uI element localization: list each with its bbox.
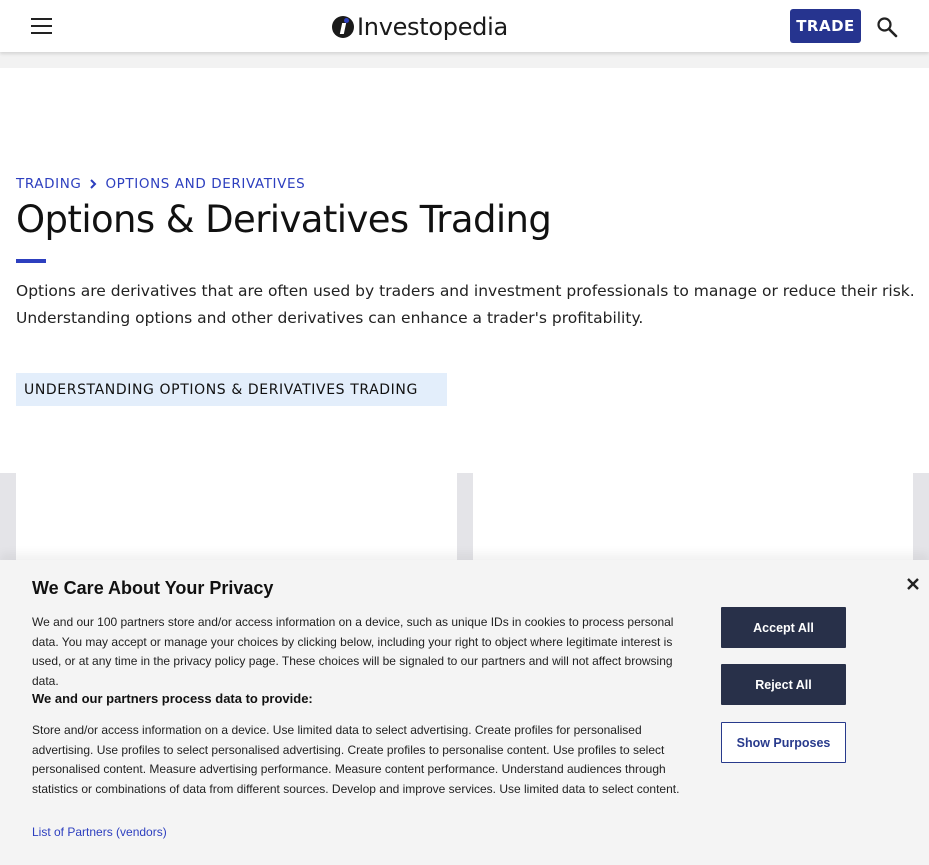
- breadcrumb-trading[interactable]: TRADING: [16, 176, 81, 192]
- privacy-body-text: We and our 100 partners store and/or acc…: [32, 615, 674, 688]
- reject-all-button[interactable]: Reject All: [721, 664, 846, 705]
- article-card-1[interactable]: [16, 473, 457, 573]
- investopedia-logo[interactable]: Investopedia: [332, 10, 508, 44]
- show-purposes-button[interactable]: Show Purposes: [721, 722, 846, 763]
- privacy-subtitle: We and our partners process data to prov…: [32, 691, 313, 706]
- logo-text: Investopedia: [357, 13, 508, 41]
- title-accent-rule: [16, 259, 46, 263]
- privacy-purposes-text: Store and/or access information on a dev…: [32, 723, 680, 796]
- search-icon[interactable]: [876, 16, 898, 38]
- article-card-2[interactable]: [473, 473, 913, 573]
- list-of-partners-link[interactable]: List of Partners (vendors): [32, 825, 167, 839]
- privacy-title: We Care About Your Privacy: [32, 578, 274, 598]
- breadcrumb-options-and-derivatives[interactable]: OPTIONS AND DERIVATIVES: [105, 176, 305, 192]
- breadcrumb: TRADING OPTIONS AND DERIVATIVES: [16, 176, 305, 192]
- hamburger-menu-icon[interactable]: [31, 16, 53, 36]
- intro-paragraph: Options are derivatives that are often u…: [16, 282, 915, 327]
- chevron-right-icon: [89, 178, 97, 190]
- site-header: Investopedia TRADE: [0, 0, 929, 52]
- logo-mark-icon: [332, 16, 354, 38]
- trade-button[interactable]: TRADE: [790, 9, 861, 43]
- header-gray-band: [0, 52, 929, 68]
- page-title: Options & Derivatives Trading: [16, 198, 552, 241]
- privacy-banner: We Care About Your Privacy We and our 10…: [0, 560, 929, 865]
- close-icon[interactable]: [905, 576, 921, 592]
- section-tag-understanding[interactable]: UNDERSTANDING OPTIONS & DERIVATIVES TRAD…: [16, 373, 447, 406]
- accept-all-button[interactable]: Accept All: [721, 607, 846, 648]
